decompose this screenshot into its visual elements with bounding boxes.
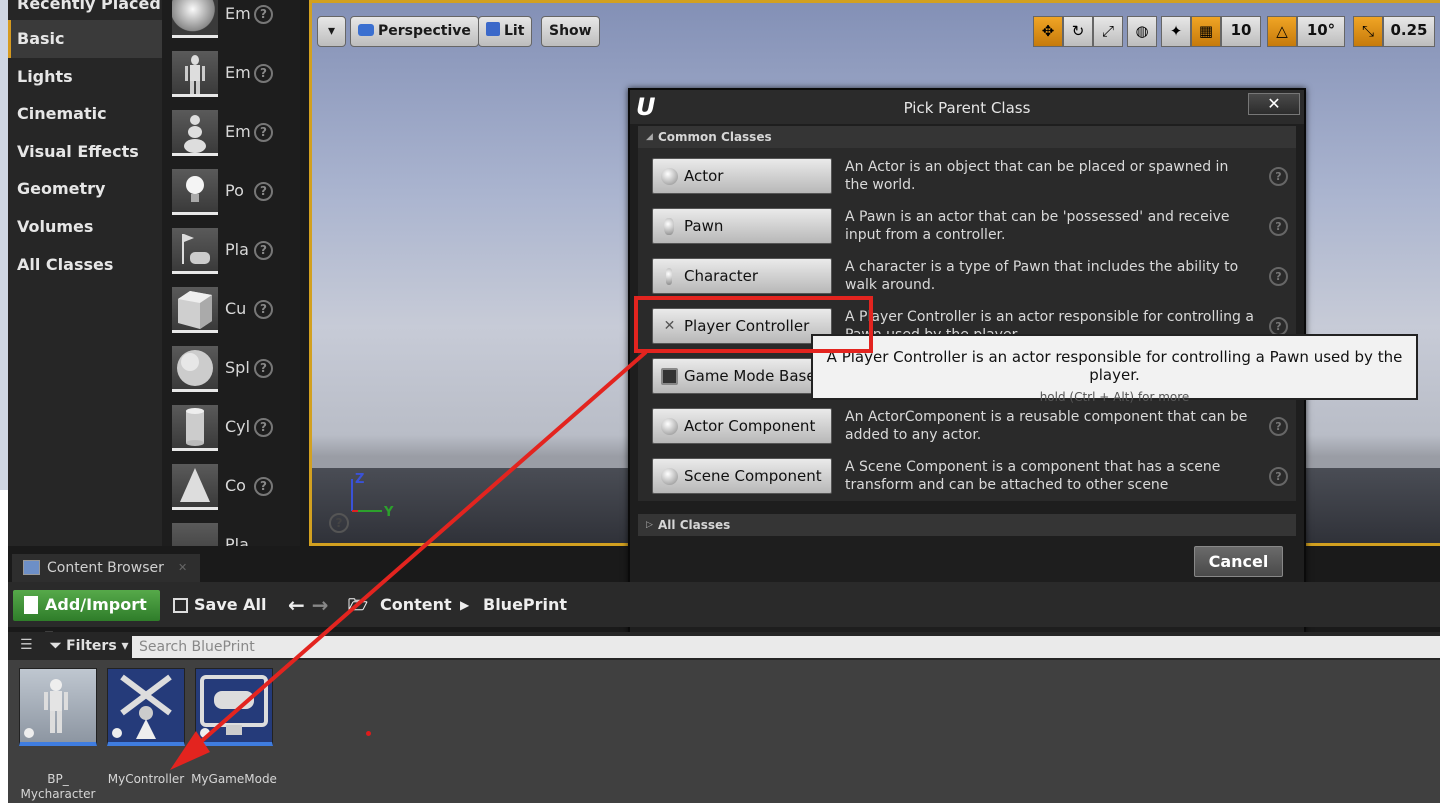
annotation-arrow: [170, 350, 648, 770]
